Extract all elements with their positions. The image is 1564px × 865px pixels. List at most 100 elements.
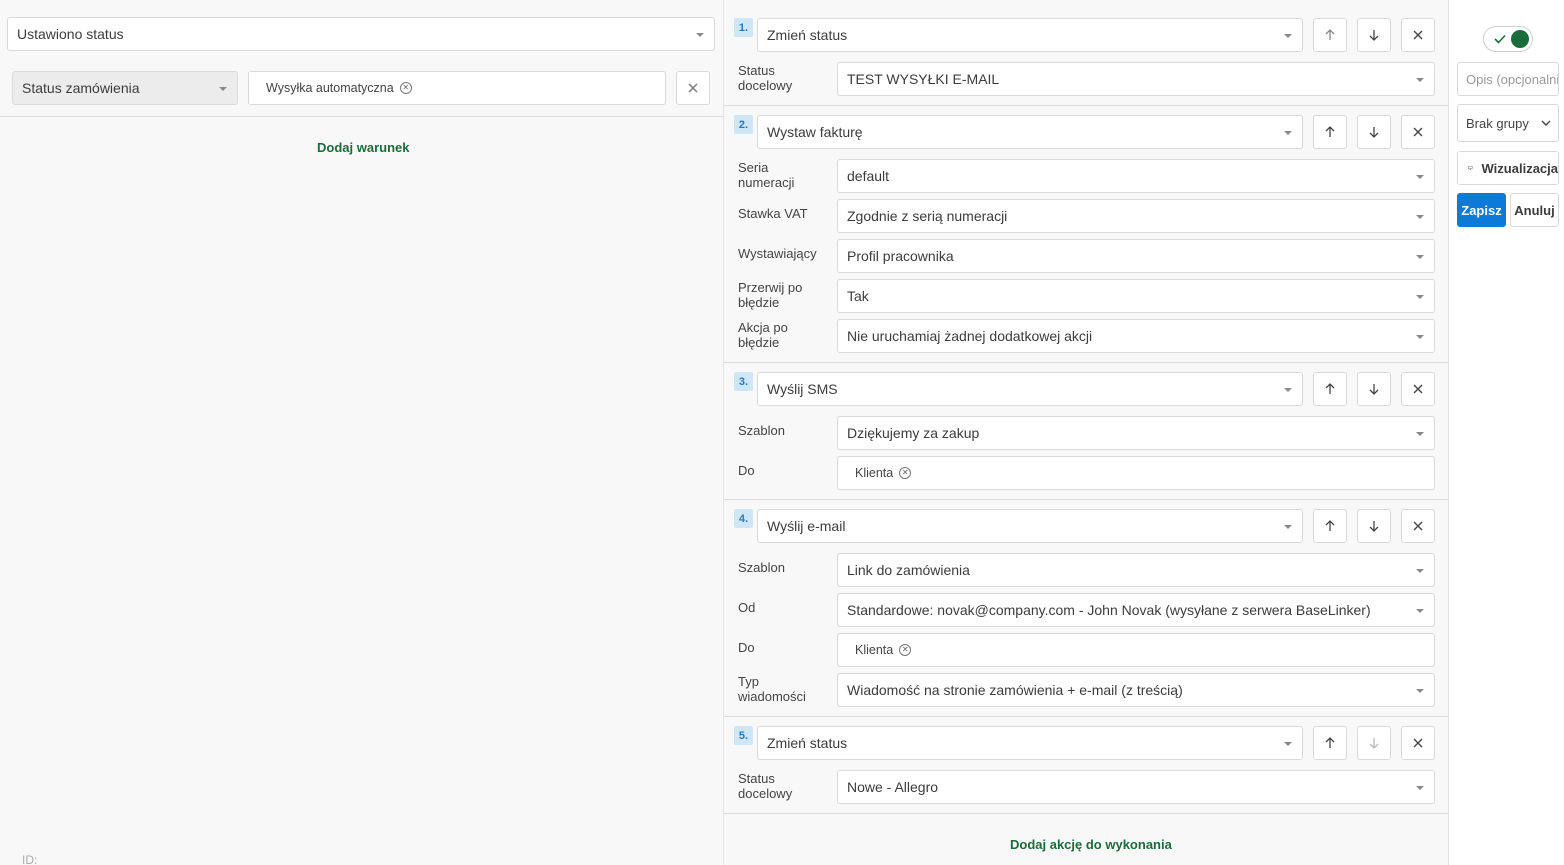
chevron-down-icon: [1416, 432, 1424, 436]
description-input[interactable]: Opis (opcjonalnie): [1457, 62, 1559, 96]
field-label: Seria numeracji: [738, 160, 795, 190]
group-select[interactable]: Brak grupy: [1457, 104, 1559, 142]
divider: [724, 813, 1448, 814]
chevron-down-icon: [1416, 175, 1424, 179]
remove-tag-icon[interactable]: ✕: [899, 644, 912, 656]
close-icon: [688, 83, 698, 93]
sms-template-select[interactable]: Dziękujemy za zakup: [837, 416, 1435, 450]
move-up-button[interactable]: [1313, 372, 1347, 406]
visualization-button[interactable]: Wizualizacja: [1457, 151, 1559, 185]
chevron-down-icon: [1416, 295, 1424, 299]
chevron-down-icon: [1416, 255, 1424, 259]
remove-condition-button[interactable]: [676, 71, 710, 105]
toggle-knob: [1511, 30, 1529, 48]
condition-tag: Wysyłka automatyczna: [266, 81, 394, 95]
remove-action-button[interactable]: [1401, 18, 1435, 52]
arrow-up-icon: [1325, 383, 1335, 394]
conditions-panel: Ustawiono status Status zamówienia Wysył…: [0, 0, 723, 865]
action-type-select[interactable]: Wyślij e-mail: [757, 509, 1303, 543]
field-label: Typ wiadomości: [738, 674, 806, 704]
add-condition-link[interactable]: Dodaj warunek: [317, 140, 409, 155]
field-value: Nowe - Allegro: [847, 779, 939, 795]
field-label: Wystawiający: [738, 246, 817, 261]
move-down-button[interactable]: [1357, 372, 1391, 406]
message-type-select[interactable]: Wiadomość na stronie zamówienia + e-mail…: [837, 673, 1435, 707]
target-status-select[interactable]: Nowe - Allegro: [837, 770, 1435, 804]
field-value: Dziękujemy za zakup: [847, 425, 980, 441]
action-type-value: Zmień status: [767, 735, 848, 751]
chevron-down-icon: [1416, 78, 1424, 82]
move-up-button[interactable]: [1313, 115, 1347, 149]
field-value: TEST WYSYŁKI E-MAIL: [847, 71, 1000, 87]
action-on-error-select[interactable]: Nie uruchamiaj żadnej dodatkowej akcji: [837, 319, 1435, 353]
close-icon: [1413, 521, 1423, 531]
remove-tag-icon[interactable]: ✕: [399, 82, 412, 94]
action-type-value: Zmień status: [767, 27, 848, 43]
sms-recipient-tags[interactable]: Klienta ✕: [837, 456, 1435, 490]
action-type-select[interactable]: Zmień status: [757, 18, 1303, 52]
arrow-up-icon: [1325, 29, 1335, 40]
remove-tag-icon[interactable]: ✕: [899, 467, 912, 479]
enabled-toggle[interactable]: [1483, 26, 1533, 52]
trigger-select[interactable]: Ustawiono status: [7, 17, 715, 51]
cancel-button[interactable]: Anuluj: [1510, 193, 1559, 227]
settings-sidebar: Opis (opcjonalnie) Brak grupy Wizualizac…: [1449, 0, 1564, 865]
field-value: Wiadomość na stronie zamówienia + e-mail…: [847, 682, 1183, 698]
id-label: ID:: [22, 853, 38, 865]
condition-value-tags[interactable]: Wysyłka automatyczna ✕: [248, 71, 666, 105]
move-down-button[interactable]: [1357, 18, 1391, 52]
move-up-button[interactable]: [1313, 509, 1347, 543]
description-placeholder: Opis (opcjonalnie): [1466, 71, 1559, 87]
move-down-button[interactable]: [1357, 509, 1391, 543]
remove-action-button[interactable]: [1401, 372, 1435, 406]
condition-field-select[interactable]: Status zamówienia: [12, 71, 238, 105]
save-button[interactable]: Zapisz: [1457, 193, 1506, 227]
action-number-badge: 3.: [734, 372, 753, 391]
group-value: Brak grupy: [1466, 115, 1529, 131]
action-type-select[interactable]: Wyślij SMS: [757, 372, 1303, 406]
actions-panel: 1. Zmień status Status docelowy TEST WYS…: [723, 0, 1449, 865]
action-type-value: Wyślij SMS: [767, 381, 838, 397]
chevron-down-icon: [1416, 215, 1424, 219]
chevron-down-icon: [1416, 335, 1424, 339]
close-icon: [1413, 30, 1423, 40]
field-label: Status docelowy: [738, 771, 793, 801]
email-recipient-tags[interactable]: Klienta ✕: [837, 633, 1435, 667]
field-label: Stawka VAT: [738, 206, 808, 221]
add-action-link[interactable]: Dodaj akcję do wykonania: [1010, 837, 1172, 852]
field-label: Od: [738, 600, 756, 615]
remove-action-button[interactable]: [1401, 726, 1435, 760]
stop-on-error-select[interactable]: Tak: [837, 279, 1435, 313]
email-sender-select[interactable]: Standardowe: novak@company.com - John No…: [837, 593, 1435, 627]
trigger-value: Ustawiono status: [17, 26, 124, 42]
field-value: Profil pracownika: [847, 248, 954, 264]
field-label: Szablon: [738, 560, 785, 575]
action-number-badge: 1.: [734, 18, 753, 37]
field-value: default: [847, 168, 890, 184]
move-down-button[interactable]: [1357, 115, 1391, 149]
arrow-down-icon: [1369, 521, 1379, 532]
close-icon: [1413, 738, 1423, 748]
remove-action-button[interactable]: [1401, 509, 1435, 543]
field-label: Status docelowy: [738, 63, 793, 93]
vat-rate-select[interactable]: Zgodnie z serią numeracji: [837, 199, 1435, 233]
remove-action-button[interactable]: [1401, 115, 1435, 149]
close-icon: [1413, 384, 1423, 394]
close-icon: [1413, 127, 1423, 137]
issuer-select[interactable]: Profil pracownika: [837, 239, 1435, 273]
field-value: Tak: [847, 288, 869, 304]
action-type-select[interactable]: Wystaw fakturę: [757, 115, 1303, 149]
target-status-select[interactable]: TEST WYSYŁKI E-MAIL: [837, 62, 1435, 96]
chevron-down-icon: [1284, 34, 1292, 38]
field-label: Do: [738, 463, 755, 478]
move-down-button[interactable]: [1357, 726, 1391, 760]
move-up-button[interactable]: [1313, 726, 1347, 760]
arrow-down-icon: [1369, 384, 1379, 395]
field-value: Link do zamówienia: [847, 562, 970, 578]
action-type-select[interactable]: Zmień status: [757, 726, 1303, 760]
field-value: Standardowe: novak@company.com - John No…: [847, 602, 1371, 618]
numbering-series-select[interactable]: default: [837, 159, 1435, 193]
email-template-select[interactable]: Link do zamówienia: [837, 553, 1435, 587]
field-label: Akcja po błędzie: [738, 320, 788, 350]
move-up-button[interactable]: [1313, 18, 1347, 52]
